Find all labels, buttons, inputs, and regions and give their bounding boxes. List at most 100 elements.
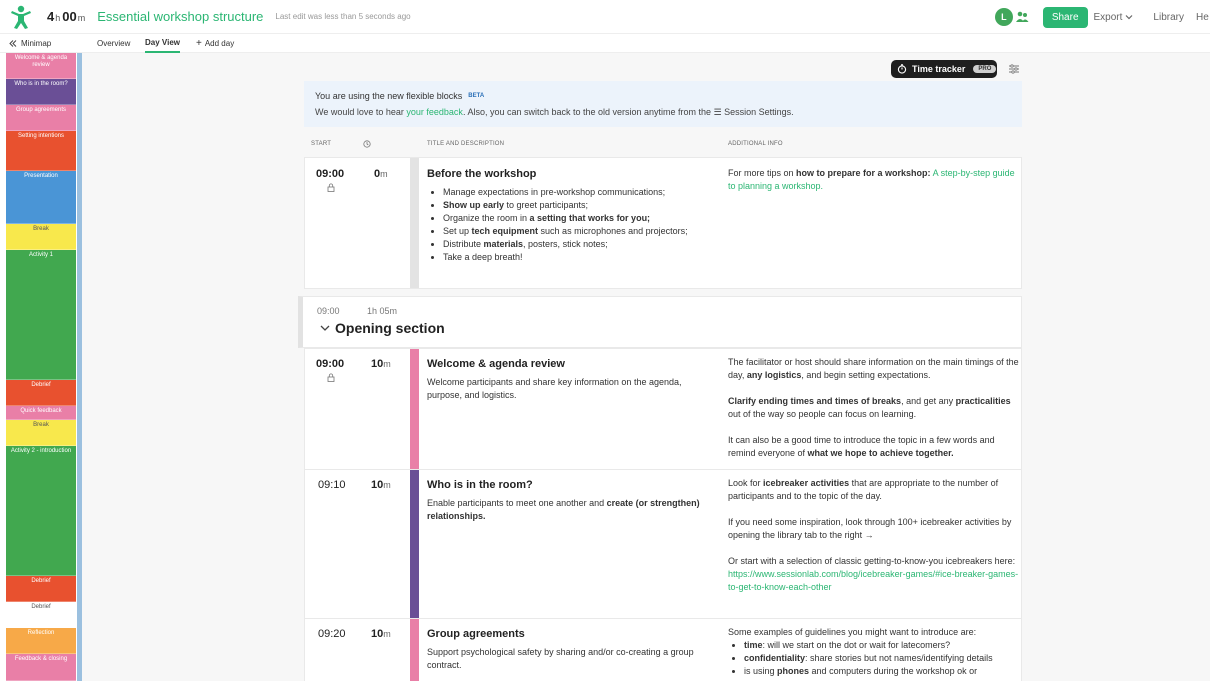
section-opening[interactable]: 09:00 1h 05m Opening section	[298, 296, 1022, 348]
duration-hours-unit: h	[55, 13, 61, 23]
app-header: 4h 00 m Essential workshop structure Last…	[0, 0, 1210, 34]
block-start-time[interactable]: 09:20	[318, 628, 346, 640]
minimap-block[interactable]: Group agreements	[6, 105, 76, 131]
minimap-block[interactable]: Welcome & agenda review	[6, 53, 76, 79]
block-title[interactable]: Group agreements	[427, 628, 525, 640]
tab-overview[interactable]: Overview	[97, 34, 130, 53]
session-title[interactable]: Essential workshop structure	[97, 9, 263, 24]
block-description[interactable]: Manage expectations in pre-workshop comm…	[427, 186, 717, 264]
block-welcome[interactable]: 09:00 10m Welcome & agenda review Welcom…	[304, 348, 1022, 470]
minimap-block[interactable]: Break	[6, 224, 76, 250]
block-title[interactable]: Before the workshop	[427, 168, 536, 180]
minimap-block-label: Debrief	[31, 604, 51, 610]
chevron-down-icon[interactable]	[319, 322, 331, 334]
flexible-blocks-banner: You are using the new flexible blocks BE…	[304, 81, 1022, 127]
beta-badge: BETA	[468, 93, 485, 99]
block-color-stripe	[410, 619, 419, 681]
block-start-time[interactable]: 09:00	[316, 168, 344, 180]
minimap-block-label: Presentation	[24, 173, 58, 179]
block-additional-info[interactable]: Some examples of guidelines you might wa…	[728, 626, 1020, 678]
info-text-bold: how to prepare for a workshop:	[796, 168, 931, 178]
info-intro: Some examples of guidelines you might wa…	[728, 627, 977, 637]
section-title[interactable]: Opening section	[335, 320, 445, 336]
minimap-block[interactable]: Who is in the room?	[6, 79, 76, 105]
minimap-block-label: Debrief	[31, 382, 51, 388]
tab-day-view[interactable]: Day View	[145, 34, 180, 53]
block-before-workshop[interactable]: 09:00 0m Before the workshop Manage expe…	[304, 157, 1022, 289]
sessionlab-logo-icon[interactable]	[9, 4, 33, 30]
minimap-block-label: Debrief	[31, 578, 51, 584]
block-additional-info[interactable]: For more tips on how to prepare for a wo…	[728, 167, 1020, 193]
block-title[interactable]: Who is in the room?	[427, 479, 533, 491]
time-tracker-label: Time tracker	[912, 64, 966, 74]
minimap-block-label: Setting intentions	[17, 133, 65, 139]
icebreaker-games-link[interactable]: https://www.sessionlab.com/blog/icebreak…	[728, 569, 1018, 592]
column-header-start: START	[311, 141, 332, 147]
info-text: For more tips on	[728, 168, 797, 178]
minimap-block[interactable]: Activity 2 - introduction	[6, 446, 76, 576]
minimap-block[interactable]: Debrief	[6, 576, 76, 602]
section-start-time: 09:00	[317, 306, 340, 316]
duration-value: 10	[371, 479, 384, 491]
user-avatar[interactable]: L	[994, 8, 1013, 26]
minimap-block[interactable]: Feedback & closing	[6, 654, 76, 681]
block-title[interactable]: Welcome & agenda review	[427, 358, 565, 370]
block-duration[interactable]: 0m	[374, 168, 388, 180]
minimap-block[interactable]: Debrief	[6, 602, 76, 628]
block-additional-info[interactable]: Look for icebreaker activities that are …	[728, 477, 1020, 607]
share-button[interactable]: Share	[1042, 6, 1088, 28]
block-group-agreements[interactable]: 09:20 10m Group agreements Support psych…	[304, 618, 1022, 681]
library-link[interactable]: Library	[1153, 12, 1184, 23]
time-tracker-button[interactable]: Time tracker PRO	[891, 60, 997, 78]
minimap-block-label: Activity 1	[28, 252, 53, 258]
block-description[interactable]: Enable participants to meet one another …	[427, 497, 717, 523]
duration-minutes: 00	[62, 9, 77, 24]
list-item: confidentiality: share stories but not n…	[744, 652, 1020, 665]
lock-icon[interactable]	[327, 373, 335, 382]
column-header-title: TITLE AND DESCRIPTION	[427, 141, 505, 147]
block-color-stripe	[410, 349, 419, 469]
block-color-stripe	[410, 470, 419, 618]
block-start-time[interactable]: 09:10	[318, 479, 346, 491]
banner-text: We would love to hear	[315, 107, 407, 117]
block-description[interactable]: Welcome participants and share key infor…	[427, 376, 712, 402]
duration-unit: m	[383, 629, 391, 639]
sub-navigation: Minimap Overview Day View + Add day	[0, 34, 1210, 53]
add-day-button[interactable]: + Add day	[196, 34, 234, 53]
minimap-block[interactable]: Reflection	[6, 628, 76, 654]
block-description[interactable]: Support psychological safety by sharing …	[427, 646, 717, 672]
block-additional-info[interactable]: The facilitator or host should share inf…	[728, 356, 1020, 473]
minimap-block[interactable]: Setting intentions	[6, 131, 76, 171]
help-link[interactable]: He	[1196, 12, 1210, 23]
block-duration[interactable]: 10m	[371, 358, 391, 370]
list-item: Distribute materials, posters, stick not…	[443, 238, 717, 251]
block-duration[interactable]: 10m	[371, 628, 391, 640]
minimap-block[interactable]: Break	[6, 420, 76, 446]
sliders-icon: ☰	[713, 107, 722, 117]
block-who-is-in-the-room[interactable]: 09:10 10m Who is in the room? Enable par…	[304, 469, 1022, 619]
list-item: Show up early to greet participants;	[443, 199, 717, 212]
duration-hours: 4	[47, 9, 55, 24]
minimap-toggle[interactable]: Minimap	[9, 39, 51, 48]
collaborators-icon[interactable]	[1015, 10, 1029, 24]
feedback-link[interactable]: your feedback	[406, 107, 463, 117]
minimap-block[interactable]: Quick feedback	[6, 406, 76, 420]
minimap-block-label: Activity 2 - introduction	[10, 448, 72, 454]
sliders-icon[interactable]	[1008, 63, 1020, 75]
block-start-time[interactable]: 09:00	[316, 358, 344, 370]
list-item: Take a deep breath!	[443, 251, 717, 264]
block-duration[interactable]: 10m	[371, 479, 391, 491]
export-menu[interactable]: Export	[1094, 12, 1134, 23]
lock-icon[interactable]	[327, 183, 335, 192]
minimap-block[interactable]: Debrief	[6, 380, 76, 406]
minimap-block[interactable]: Activity 1	[6, 250, 76, 380]
minimap: Welcome & agenda review Who is in the ro…	[6, 53, 76, 681]
duration-unit: m	[383, 480, 391, 490]
minimap-block-label: Reflection	[27, 630, 55, 636]
minimap-block[interactable]: Presentation	[6, 171, 76, 224]
banner-title: You are using the new flexible blocks	[315, 91, 463, 101]
last-edit-status: Last edit was less than 5 seconds ago	[275, 12, 411, 21]
minimap-block-label: Break	[33, 422, 49, 428]
block-color-stripe	[410, 158, 419, 288]
session-duration[interactable]: 4h 00 m	[47, 9, 87, 24]
